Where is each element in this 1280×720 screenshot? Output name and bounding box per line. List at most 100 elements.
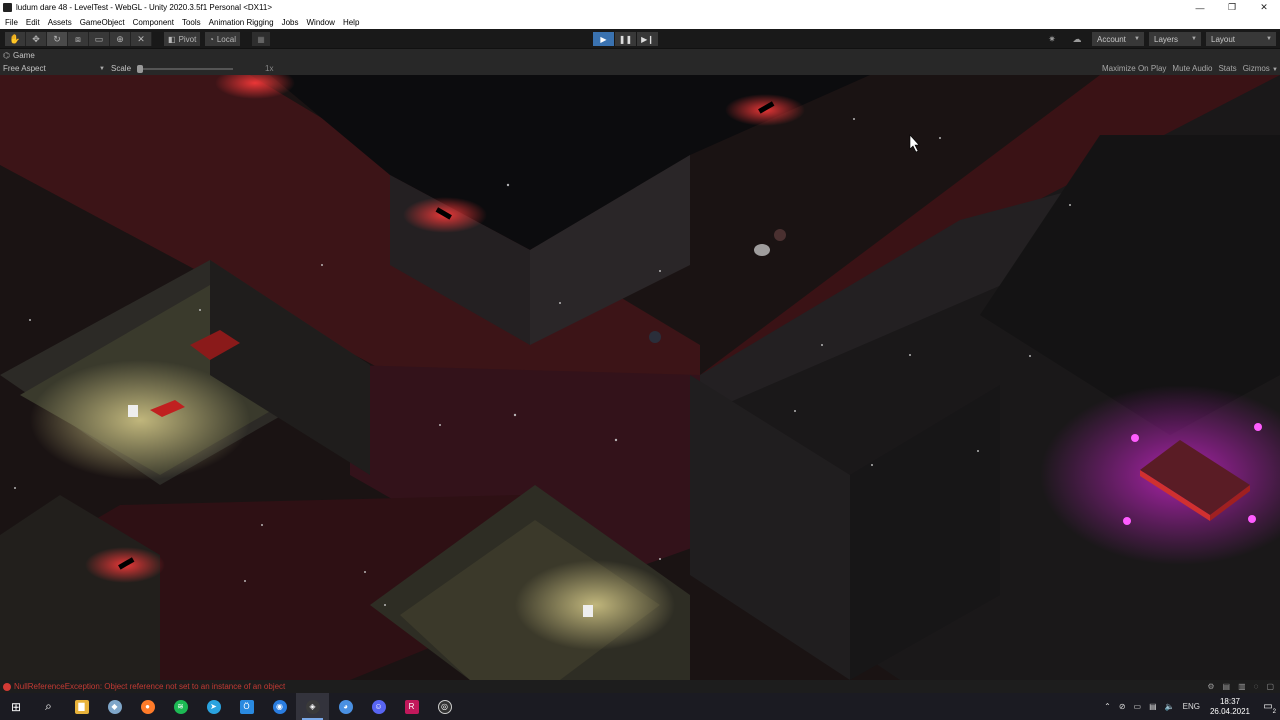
transform-tool-icon[interactable]: ⊕ — [110, 32, 131, 46]
menu-component[interactable]: Component — [129, 18, 178, 27]
status-icons: ⚙ ▤ ▥ ◌ ▢ — [1207, 680, 1274, 693]
game-tab-bar: ⌬ Game — [0, 49, 1280, 62]
tray-vpn-icon[interactable]: ⊘ — [1115, 702, 1130, 711]
menu-gameobject[interactable]: GameObject — [76, 18, 129, 27]
gizmos-dropdown[interactable]: Gizmos ▼ — [1243, 64, 1278, 73]
game-scene — [0, 75, 1280, 680]
debug-icon[interactable]: ◌ — [1254, 682, 1259, 691]
taskbar-firefox[interactable]: ● — [131, 693, 164, 720]
layers-label: Layers — [1154, 34, 1179, 44]
chat-icon: ▭ — [1263, 701, 1273, 712]
tray-language[interactable]: ENG — [1179, 702, 1204, 711]
game-viewport[interactable] — [0, 75, 1280, 680]
spotify-icon: ≋ — [173, 699, 188, 714]
taskbar-obs[interactable]: ◎ — [428, 693, 461, 720]
main-toolbar: ✋ ✥ ↻ ⧈ ▭ ⊕ ✕ ◧ Pivot ◔ Local ▦ ▶ ❚❚ ▶❙ … — [0, 29, 1280, 49]
taskbar-unity[interactable]: ◈ — [296, 693, 329, 720]
cloud-icon[interactable]: ☁ — [1067, 32, 1087, 46]
unity-icon: ◈ — [305, 699, 320, 714]
play-button[interactable]: ▶ — [593, 32, 614, 46]
account-dropdown[interactable]: Account ▼ — [1092, 32, 1144, 46]
taskbar-spotify[interactable]: ≋ — [164, 693, 197, 720]
console-error-message[interactable]: NullReferenceException: Object reference… — [14, 682, 285, 691]
layout-label: Layout — [1211, 34, 1236, 44]
taskbar-discord[interactable]: ☺ — [362, 693, 395, 720]
taskbar-rider[interactable]: R — [395, 693, 428, 720]
local-icon: ◔ — [209, 34, 214, 44]
game-view-options: Maximize On Play Mute Audio Stats Gizmos… — [1102, 62, 1278, 75]
console-status-bar[interactable]: NullReferenceException: Object reference… — [0, 680, 1280, 693]
scale-tool-icon[interactable]: ⧈ — [68, 32, 89, 46]
local-toggle[interactable]: ◔ Local — [205, 32, 240, 46]
toolbar-right: ✷ ☁ Account ▼ Layers ▼ Layout ▼ — [1042, 32, 1276, 46]
minimize-button[interactable]: — — [1184, 0, 1216, 15]
collapse-icon[interactable]: ▢ — [1266, 682, 1274, 691]
tray-network-icon[interactable]: ▤ — [1145, 702, 1161, 711]
rect-tool-icon[interactable]: ▭ — [89, 32, 110, 46]
close-button[interactable]: ✕ — [1248, 0, 1280, 15]
maximize-on-play-toggle[interactable]: Maximize On Play — [1102, 64, 1166, 73]
chevron-down-icon: ▼ — [99, 65, 105, 72]
tray-battery-icon[interactable]: ▭ — [1130, 702, 1146, 711]
progress-icon[interactable]: ▤ — [1223, 682, 1231, 691]
taskbar-app[interactable]: ◆ — [98, 693, 131, 720]
unity-app-icon — [3, 3, 12, 12]
bake-icon[interactable]: ⚙ — [1207, 682, 1214, 691]
local-label: Local — [216, 34, 236, 44]
hand-tool-icon[interactable]: ✋ — [5, 32, 26, 46]
layout-dropdown[interactable]: Layout ▼ — [1206, 32, 1276, 46]
taskbar-maps[interactable]: ◉ — [263, 693, 296, 720]
pause-button[interactable]: ❚❚ — [615, 32, 636, 46]
telegram-icon: ➤ — [206, 699, 221, 714]
mute-audio-toggle[interactable]: Mute Audio — [1172, 64, 1212, 73]
tray-volume-icon[interactable]: 🔈 — [1161, 702, 1179, 711]
maximize-button[interactable]: ❐ — [1216, 0, 1248, 15]
menu-help[interactable]: Help — [339, 18, 363, 27]
menu-jobs[interactable]: Jobs — [278, 18, 303, 27]
taskbar-file-explorer[interactable]: ▇ — [65, 693, 98, 720]
scale-label: Scale — [111, 64, 132, 73]
menu-file[interactable]: File — [1, 18, 22, 27]
docs-icon: Ö — [239, 699, 254, 714]
chevron-down-icon: ▼ — [1134, 36, 1140, 42]
pivot-toggle[interactable]: ◧ Pivot — [164, 32, 201, 46]
tray-chevron-up-icon[interactable]: ⌃ — [1100, 702, 1115, 711]
firefox-icon: ● — [140, 699, 155, 714]
windows-start-icon[interactable]: ⊞ — [0, 693, 32, 720]
scale-control: Scale 1x — [111, 62, 273, 75]
taskbar-telegram[interactable]: ➤ — [197, 693, 230, 720]
clock-date: 26.04.2021 — [1209, 706, 1250, 716]
menu-animation-rigging[interactable]: Animation Rigging — [205, 18, 278, 27]
tray-clock[interactable]: 18:37 26.04.2021 — [1204, 697, 1256, 717]
step-button[interactable]: ▶❙ — [637, 32, 658, 46]
tab-game[interactable]: ⌬ Game — [3, 49, 35, 62]
menu-assets[interactable]: Assets — [44, 18, 76, 27]
stats-toggle[interactable]: Stats — [1218, 64, 1236, 73]
taskbar-docs[interactable]: Ö — [230, 693, 263, 720]
playback-controls: ▶ ❚❚ ▶❙ — [593, 32, 659, 46]
scale-slider[interactable] — [137, 64, 234, 73]
rotate-tool-icon[interactable]: ↻ — [47, 32, 68, 46]
custom-tool-icon[interactable]: ✕ — [131, 32, 152, 46]
layers-dropdown[interactable]: Layers ▼ — [1149, 32, 1201, 46]
notification-center-icon[interactable]: ▭ 2 — [1256, 693, 1280, 720]
taskbar-search-icon[interactable]: ⌕ — [32, 693, 65, 720]
menu-tools[interactable]: Tools — [178, 18, 205, 27]
scale-slider-handle[interactable] — [137, 64, 144, 73]
search-icon: ⌕ — [45, 699, 52, 713]
move-tool-icon[interactable]: ✥ — [26, 32, 47, 46]
gizmos-label: Gizmos — [1242, 64, 1270, 73]
system-tray: ⌃ ⊘ ▭ ▤ 🔈 ENG 18:37 26.04.2021 ▭ 2 — [1100, 693, 1280, 720]
chevron-down-icon: ▼ — [1272, 67, 1278, 73]
chevron-down-icon: ▼ — [1266, 36, 1272, 42]
tab-game-label: Game — [12, 51, 35, 60]
collab-icon[interactable]: ✷ — [1042, 32, 1062, 46]
menu-edit[interactable]: Edit — [22, 18, 44, 27]
aspect-dropdown[interactable]: Free Aspect ▼ — [3, 62, 105, 75]
taskbar-chrome[interactable]: ◕ — [329, 693, 362, 720]
grid-snap-icon[interactable]: ▦ — [252, 32, 270, 46]
cache-icon[interactable]: ▥ — [1238, 682, 1246, 691]
account-label: Account — [1097, 34, 1126, 44]
transform-tools: ✋ ✥ ↻ ⧈ ▭ ⊕ ✕ — [5, 32, 152, 46]
menu-window[interactable]: Window — [303, 18, 339, 27]
